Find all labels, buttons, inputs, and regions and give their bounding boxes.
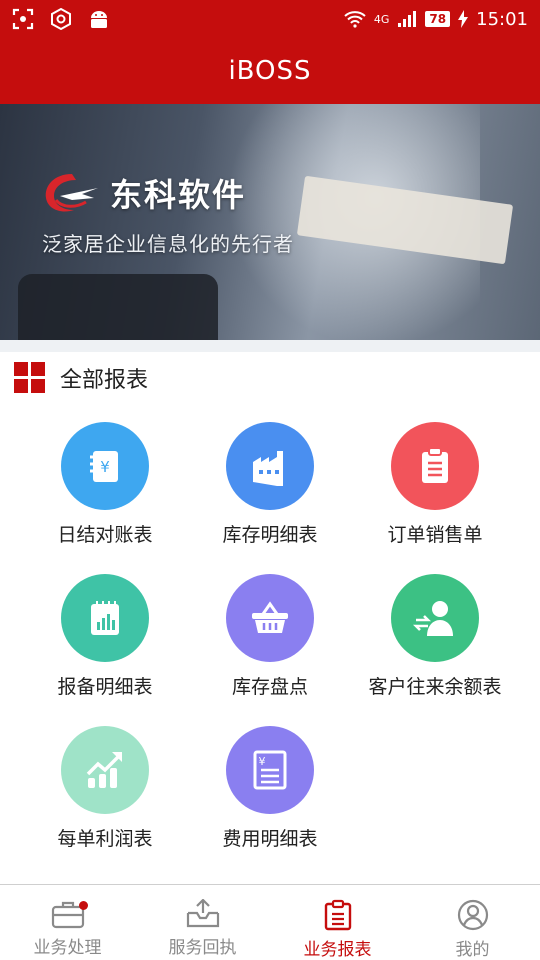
report-label: 订单销售单 xyxy=(387,524,483,546)
report-tile-order-profit[interactable]: 每单利润表 xyxy=(15,726,195,851)
brand-lockup: 东科软件 xyxy=(42,170,246,216)
report-label: 报备明细表 xyxy=(57,676,153,698)
brand-slogan: 泛家居企业信息化的先行者 xyxy=(42,232,294,256)
report-label: 费用明细表 xyxy=(222,828,318,850)
report-tile-stock-taking[interactable]: 库存盘点 xyxy=(180,574,360,699)
report-icon-circle xyxy=(61,574,149,662)
wifi-icon xyxy=(344,11,366,28)
tab-label: 业务报表 xyxy=(303,940,372,960)
tab-label: 我的 xyxy=(455,940,490,960)
grid-menu-icon xyxy=(14,362,45,393)
report-label: 客户往来余额表 xyxy=(368,676,502,698)
battery-level: 78 xyxy=(425,11,451,27)
tab-profile[interactable]: 我的 xyxy=(405,885,540,960)
android-icon xyxy=(91,11,107,28)
signal-icon xyxy=(398,11,417,27)
report-icon-circle xyxy=(226,422,314,510)
tab-label: 服务回执 xyxy=(168,938,237,958)
report-tile-customer-balance[interactable]: 客户往来余额表 xyxy=(345,574,525,699)
inbox-upload-icon xyxy=(186,899,219,928)
report-label: 每单利润表 xyxy=(57,828,153,850)
bottom-tab-bar: 业务处理 服务回执 业务报表 我的 xyxy=(0,884,540,960)
report-label: 日结对账表 xyxy=(57,524,153,546)
report-icon-circle: ¥ xyxy=(61,422,149,510)
screenshot-icon xyxy=(12,8,34,30)
report-chart-icon xyxy=(91,601,119,635)
promo-banner[interactable]: 东科软件 泛家居企业信息化的先行者 xyxy=(0,104,540,340)
settings-hex-icon xyxy=(51,8,71,30)
clipboard-list-icon xyxy=(324,899,351,931)
app-title-bar: iBOSS xyxy=(0,38,540,104)
clipboard-icon xyxy=(422,447,448,483)
section-title: 全部报表 xyxy=(60,368,149,393)
tab-service-receipt[interactable]: 服务回执 xyxy=(135,885,270,960)
profit-chart-icon xyxy=(86,752,122,788)
report-tile-inventory-detail[interactable]: 库存明细表 xyxy=(180,422,360,547)
notification-badge xyxy=(79,901,88,910)
report-label: 库存明细表 xyxy=(222,524,318,546)
brand-logo-icon xyxy=(45,174,98,212)
section-divider xyxy=(0,340,540,352)
report-icon-circle xyxy=(391,574,479,662)
report-icon-circle: ¥ xyxy=(226,726,314,814)
warehouse-icon xyxy=(253,451,283,486)
brand-name: 东科软件 xyxy=(110,176,247,214)
section-header: 全部报表 xyxy=(14,360,148,396)
status-bar: 4G 78 15:01 xyxy=(0,0,540,38)
expense-doc-icon: ¥ xyxy=(253,750,287,790)
network-type: 4G xyxy=(373,12,390,26)
report-tile-order-sales[interactable]: 订单销售单 xyxy=(345,422,525,547)
report-label: 库存盘点 xyxy=(231,676,308,698)
tab-label: 业务处理 xyxy=(33,938,102,958)
report-icon-circle xyxy=(391,422,479,510)
report-tile-daily-reconciliation[interactable]: ¥ 日结对账表 xyxy=(15,422,195,547)
svg-text:¥: ¥ xyxy=(100,458,110,476)
user-icon xyxy=(457,899,488,931)
svg-text:¥: ¥ xyxy=(259,755,266,768)
report-icon-circle xyxy=(226,574,314,662)
report-tile-expense-detail[interactable]: ¥ 费用明细表 xyxy=(180,726,360,851)
basket-icon xyxy=(252,601,288,633)
customer-exchange-icon xyxy=(413,601,453,636)
app-title: iBOSS xyxy=(228,56,312,86)
report-icon-circle xyxy=(61,726,149,814)
ledger-icon: ¥ xyxy=(90,451,118,482)
report-tile-filing-detail[interactable]: 报备明细表 xyxy=(15,574,195,699)
clock: 15:01 xyxy=(476,8,528,30)
charging-icon xyxy=(458,10,469,28)
tab-business-reports[interactable]: 业务报表 xyxy=(270,885,405,960)
banner-camera-shape xyxy=(18,274,218,340)
tab-business-processing[interactable]: 业务处理 xyxy=(0,885,135,960)
